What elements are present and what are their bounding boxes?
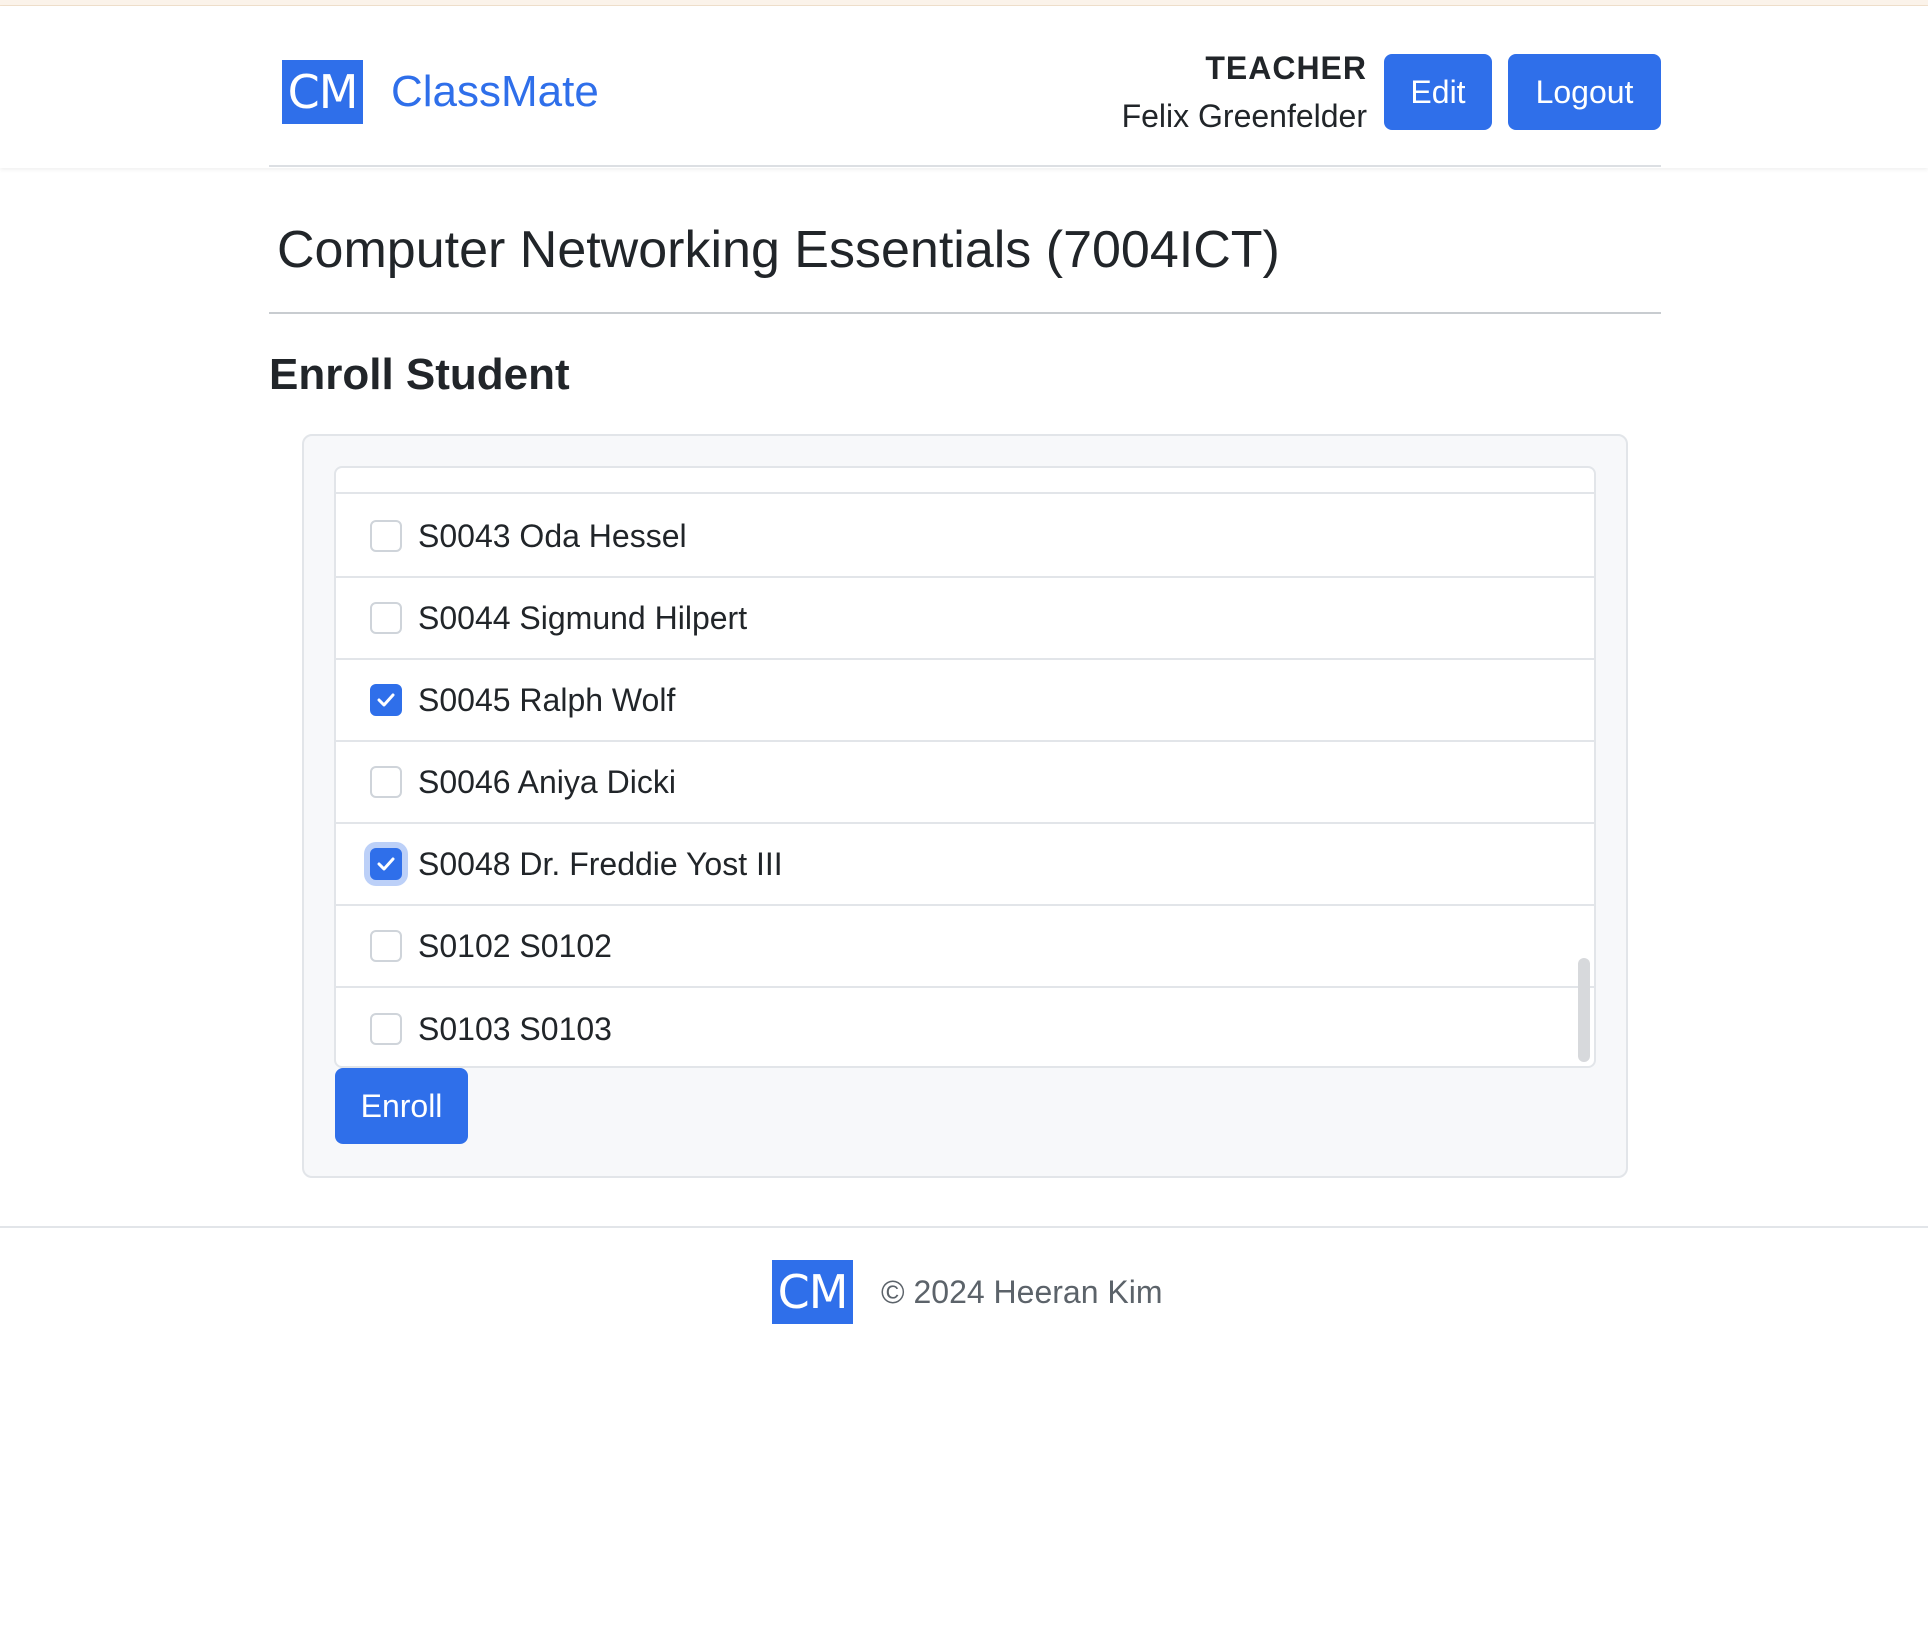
- copyright-text: © 2024 Heeran Kim: [881, 1274, 1163, 1310]
- logout-button[interactable]: Logout: [1508, 54, 1661, 130]
- nav-divider: [269, 165, 1661, 167]
- list-item[interactable]: S0045 Ralph Wolf: [336, 660, 1594, 742]
- title-divider: [269, 312, 1661, 314]
- list-item[interactable]: S0102 S0102: [336, 906, 1594, 988]
- navbar: CM ClassMate TEACHER Felix Greenfelder E…: [0, 6, 1928, 168]
- student-label: S0044 Sigmund Hilpert: [418, 600, 748, 636]
- edit-button[interactable]: Edit: [1384, 54, 1492, 130]
- check-icon: [377, 857, 395, 871]
- user-role: TEACHER: [1205, 50, 1367, 86]
- enroll-button[interactable]: Enroll: [335, 1068, 468, 1144]
- student-label: S0102 S0102: [418, 928, 612, 964]
- section-title: Enroll Student: [269, 350, 570, 399]
- student-checkbox[interactable]: [370, 684, 402, 716]
- brand-link[interactable]: ClassMate: [391, 64, 599, 120]
- student-checkbox[interactable]: [370, 1013, 402, 1045]
- student-label: S0043 Oda Hessel: [418, 518, 687, 554]
- footer-divider: [0, 1226, 1928, 1228]
- student-checkbox[interactable]: [370, 766, 402, 798]
- logo[interactable]: CM: [282, 60, 363, 124]
- page-title: Computer Networking Essentials (7004ICT): [277, 221, 1280, 279]
- list-item[interactable]: S0046 Aniya Dicki: [336, 742, 1594, 824]
- student-label: S0046 Aniya Dicki: [418, 764, 676, 800]
- list-item[interactable]: S0048 Dr. Freddie Yost III: [336, 824, 1594, 906]
- student-label: S0103 S0103: [418, 1011, 612, 1047]
- footer-logo: CM: [772, 1260, 853, 1324]
- student-label: S0045 Ralph Wolf: [418, 682, 676, 718]
- student-checkbox[interactable]: [370, 602, 402, 634]
- student-label: S0048 Dr. Freddie Yost III: [418, 846, 783, 882]
- student-checkbox[interactable]: [370, 520, 402, 552]
- list-item-partial: [336, 468, 1594, 494]
- student-checkbox[interactable]: [370, 930, 402, 962]
- list-scrollbar[interactable]: [1578, 958, 1590, 1062]
- list-item[interactable]: S0043 Oda Hessel: [336, 496, 1594, 578]
- user-name: Felix Greenfelder: [1121, 98, 1367, 134]
- student-checkbox[interactable]: [370, 848, 402, 880]
- list-item[interactable]: S0103 S0103: [336, 988, 1594, 1066]
- list-item[interactable]: S0044 Sigmund Hilpert: [336, 578, 1594, 660]
- student-list[interactable]: S0043 Oda Hessel S0044 Sigmund Hilpert S00…: [334, 466, 1596, 1068]
- check-icon: [377, 693, 395, 707]
